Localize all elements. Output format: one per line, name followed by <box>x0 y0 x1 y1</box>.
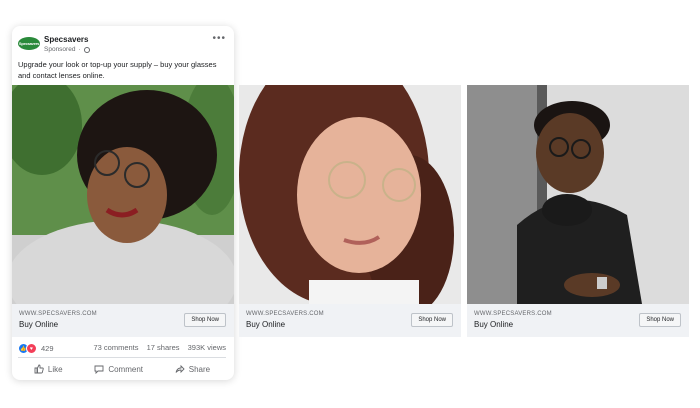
comment-icon <box>94 365 104 374</box>
card-headline[interactable]: Buy Online <box>246 320 285 329</box>
shop-now-button[interactable]: Shop Now <box>184 313 226 327</box>
card-url: WWW.SPECSAVERS.COM <box>246 311 324 317</box>
engagement-stats: 👍 ♥ 429 73 comments 17 shares 393K views <box>18 343 232 355</box>
comments-count[interactable]: 73 comments <box>93 343 138 352</box>
specsavers-logo[interactable]: Specsavers <box>18 37 40 50</box>
reactions-count: 429 <box>41 344 54 353</box>
shares-count[interactable]: 17 shares <box>147 343 180 352</box>
right-stats: 73 comments 17 shares 393K views <box>87 343 226 352</box>
divider <box>18 357 226 358</box>
carousel-card-2[interactable]: WWW.SPECSAVERS.COM Buy Online Shop Now <box>239 85 461 337</box>
views-count: 393K views <box>187 343 226 352</box>
more-icon[interactable]: ••• <box>212 33 226 44</box>
shop-now-button[interactable]: Shop Now <box>639 313 681 327</box>
carousel-card-3[interactable]: WWW.SPECSAVERS.COM Buy Online Shop Now <box>467 85 689 337</box>
action-bar: Like Comment Share <box>18 362 226 376</box>
product-photo-1[interactable] <box>12 85 234 304</box>
carousel-card-1[interactable]: WWW.SPECSAVERS.COM Buy Online Shop Now <box>12 85 234 337</box>
brand-name[interactable]: Specsavers <box>44 35 88 44</box>
globe-icon <box>83 46 90 53</box>
share-label: Share <box>188 364 211 374</box>
card-headline[interactable]: Buy Online <box>474 320 513 329</box>
love-reaction-icon: ♥ <box>26 343 37 354</box>
share-icon <box>175 364 185 374</box>
like-button[interactable]: Like <box>34 362 63 376</box>
thumbs-up-icon <box>34 364 44 374</box>
reactions-summary[interactable]: 👍 ♥ 429 <box>18 343 54 354</box>
product-photo-3[interactable] <box>467 85 689 304</box>
card-footer-1: WWW.SPECSAVERS.COM Buy Online Shop Now <box>12 304 234 337</box>
share-button[interactable]: Share <box>175 362 210 376</box>
card-url: WWW.SPECSAVERS.COM <box>474 311 552 317</box>
shop-now-button[interactable]: Shop Now <box>411 313 453 327</box>
card-footer-2: WWW.SPECSAVERS.COM Buy Online Shop Now <box>239 304 461 337</box>
like-label: Like <box>47 364 63 374</box>
card-footer-3: WWW.SPECSAVERS.COM Buy Online Shop Now <box>467 304 689 337</box>
ad-body-text: Upgrade your look or top-up your supply … <box>18 60 217 80</box>
card-headline[interactable]: Buy Online <box>19 320 58 329</box>
ad-header: Specsavers Specsavers Sponsored · ••• <box>18 33 232 55</box>
card-url: WWW.SPECSAVERS.COM <box>19 311 97 317</box>
comment-label: Comment <box>108 364 143 374</box>
sponsored-label: Sponsored · <box>44 46 90 53</box>
product-photo-2[interactable] <box>239 85 461 304</box>
comment-button[interactable]: Comment <box>94 362 143 376</box>
